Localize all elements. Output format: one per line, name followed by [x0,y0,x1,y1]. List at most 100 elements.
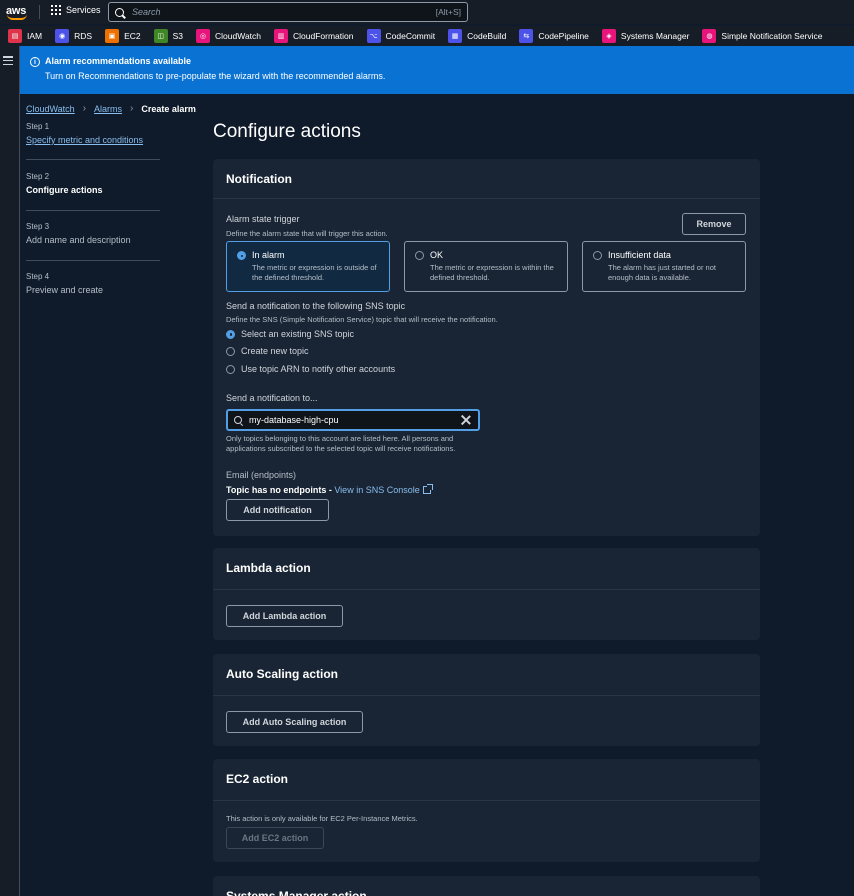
breadcrumb-current: Create alarm [141,103,196,114]
radio-icon [226,346,235,356]
remove-button[interactable]: Remove [682,213,746,235]
favorite-rds[interactable]: ◉ RDS [55,29,92,43]
ec2-icon: ▣ [105,29,120,43]
topic-help-line-2: applications subscribed to the selected … [226,444,456,453]
state-title: Insufficient data [608,250,671,260]
external-link-icon [422,484,433,494]
favorite-label: Systems Manager [620,31,690,41]
rds-icon: ◉ [55,29,70,43]
step-number: Step 4 [26,272,50,281]
radio-selected-icon [226,329,235,339]
state-tile-ok[interactable]: OK The metric or expression is within th… [404,241,568,292]
radio-create-new-topic[interactable]: Create new topic [226,346,309,356]
breadcrumb-cloudwatch[interactable]: CloudWatch [26,104,75,114]
add-auto-scaling-action-button[interactable]: Add Auto Scaling action [226,711,363,733]
add-notification-button[interactable]: Add notification [226,499,329,521]
step-divider [26,159,160,160]
lambda-action-title: Lambda action [213,548,760,590]
sns-icon: ◍ [702,29,717,43]
favorite-label: CodeBuild [467,31,507,41]
codepipeline-icon: ⇆ [519,29,534,43]
notification-title: Notification [213,159,760,199]
state-tile-in-alarm[interactable]: In alarm The metric or expression is out… [226,241,390,292]
search-input[interactable]: Search [Alt+S] [108,2,468,22]
favorite-label: IAM [27,31,43,41]
s3-icon: ◫ [153,29,168,43]
clear-icon[interactable] [460,414,472,426]
radio-icon [226,364,235,374]
breadcrumb: CloudWatch › Alarms › Create alarm [26,103,196,114]
codebuild-icon: ▦ [448,29,463,43]
services-menu-button[interactable]: Services [51,5,101,15]
step-divider [26,210,160,211]
ec2-action-panel: EC2 action This action is only available… [213,759,760,862]
services-label: Services [66,5,101,15]
menu-icon[interactable] [3,56,13,65]
endpoints-status: Topic has no endpoints - View in SNS Con… [226,484,433,495]
favorite-codecommit[interactable]: ⌥ CodeCommit [366,29,435,43]
state-title: OK [430,250,444,260]
radio-label: Use topic ARN to notify other accounts [241,364,396,374]
view-in-sns-console-link[interactable]: View in SNS Console [334,485,419,495]
side-navigation-rail [0,46,20,896]
step-1: Step 1 Specify metric and conditions [26,122,160,145]
step-3: Step 3 Add name and description [26,222,160,245]
favorite-label: EC2 [124,31,141,41]
favorite-codebuild[interactable]: ▦ CodeBuild [448,29,506,43]
topic-help-line-1: Only topics belonging to this account ar… [226,434,454,443]
notification-panel: Notification Remove Alarm state trigger … [213,159,760,536]
radio-label: Create new topic [241,346,309,356]
aws-logo[interactable]: aws [6,1,30,23]
radio-icon [415,251,424,260]
aws-smile-icon [7,14,27,20]
favorite-codepipeline[interactable]: ⇆ CodePipeline [519,29,589,43]
step-2: Step 2 Configure actions [26,172,160,195]
add-lambda-action-button[interactable]: Add Lambda action [226,605,343,627]
favorite-cloudwatch[interactable]: ◎ CloudWatch [196,29,261,43]
favorite-label: S3 [172,31,184,41]
favorite-label: Simple Notification Service [721,31,823,41]
cloudwatch-icon: ◎ [196,29,211,43]
favorite-s3[interactable]: ◫ S3 [153,29,184,43]
sns-topic-select[interactable] [226,409,480,431]
chevron-right-icon: › [130,103,134,114]
auto-scaling-action-title: Auto Scaling action [213,654,760,696]
banner-title: Alarm recommendations available [45,56,192,66]
state-desc: The alarm has just started or not enough… [608,263,716,282]
favorite-label: CloudFormation [293,31,354,41]
sns-topic-input[interactable] [249,415,460,425]
lambda-action-panel: Lambda action Add Lambda action [213,548,760,640]
search-icon [234,416,242,424]
step-number: Step 1 [26,122,50,131]
grid-icon [51,5,61,15]
favorite-label: CodePipeline [538,31,589,41]
state-desc: The metric or expression is outside of t… [252,263,377,282]
alarm-state-trigger-desc: Define the alarm state that will trigger… [226,229,388,238]
search-icon [115,7,124,17]
codecommit-icon: ⌥ [366,29,381,43]
radio-topic-arn[interactable]: Use topic ARN to notify other accounts [226,364,395,374]
step-1-link[interactable]: Specify metric and conditions [26,135,160,145]
ec2-action-title: EC2 action [213,759,760,801]
favorite-simple-notification-service[interactable]: ◍ Simple Notification Service [702,29,823,43]
email-endpoints-label: Email (endpoints) [226,470,297,480]
favorite-cloudformation[interactable]: ▥ CloudFormation [274,29,354,43]
radio-selected-icon [237,251,246,260]
favorite-iam[interactable]: ▤ IAM [8,29,42,43]
favorite-systems-manager[interactable]: ◈ Systems Manager [601,29,690,43]
radio-existing-topic[interactable]: Select an existing SNS topic [226,329,354,339]
favorites-bar: ▤ IAM ◉ RDS ▣ EC2 ◫ S3 ◎ CloudWatch ▥ CloudFormatio… [0,26,854,46]
state-title: In alarm [252,250,285,260]
state-tile-insufficient-data[interactable]: Insufficient data The alarm has just sta… [582,241,746,292]
favorite-label: CloudWatch [215,31,262,41]
step-2-label: Configure actions [26,185,103,195]
iam-icon: ▤ [8,29,22,43]
step-4: Step 4 Preview and create [26,272,160,295]
banner-message: Turn on Recommendations to pre-populate … [45,71,386,81]
favorite-label: RDS [74,31,93,41]
recommendations-banner: i Alarm recommendations available Turn o… [20,46,854,94]
breadcrumb-alarms[interactable]: Alarms [94,104,122,114]
favorite-ec2[interactable]: ▣ EC2 [105,29,141,43]
add-ec2-action-button[interactable]: Add EC2 action [226,827,324,849]
state-desc: The metric or expression is within the d… [430,263,554,282]
